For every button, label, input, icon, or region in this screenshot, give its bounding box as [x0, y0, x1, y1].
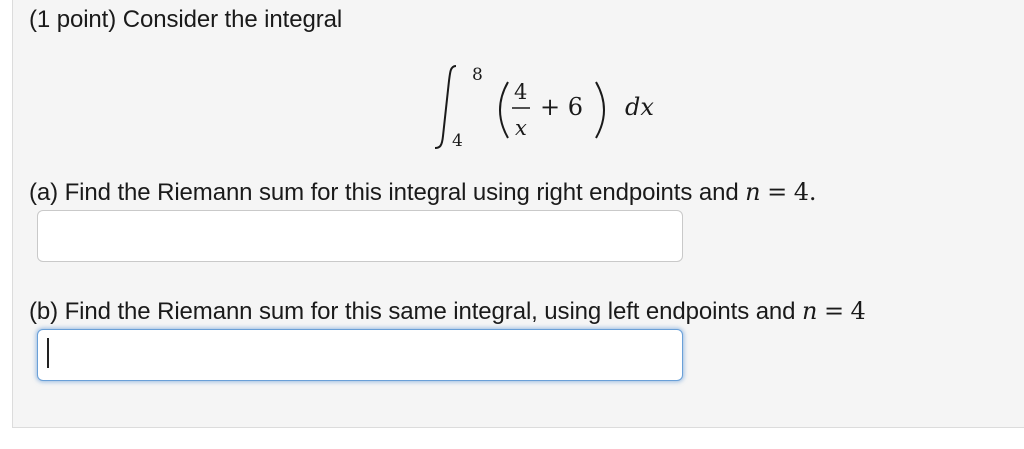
part-b-n-value: 4	[850, 297, 866, 325]
plus-term: + 6	[540, 93, 583, 121]
part-b-equals: =	[823, 297, 844, 325]
lower-limit: 4	[452, 131, 463, 151]
right-paren	[595, 81, 605, 139]
part-b-text: (b) Find the Riemann sum for this same i…	[29, 298, 796, 325]
upper-limit: 8	[472, 65, 483, 85]
part-a-text: (a) Find the Riemann sum for this integr…	[29, 179, 739, 206]
part-a-question: (a) Find the Riemann sum for this integr…	[29, 178, 817, 207]
part-b-question: (b) Find the Riemann sum for this same i…	[29, 297, 866, 326]
answer-a-input[interactable]	[37, 210, 683, 262]
part-a-n-value: 4.	[793, 178, 817, 206]
part-a-n-var: n	[745, 178, 761, 206]
denominator: x	[515, 116, 527, 140]
answer-b-input[interactable]	[37, 329, 683, 381]
part-a-equals: =	[767, 178, 788, 206]
numerator: 4	[514, 80, 527, 104]
left-paren	[499, 81, 509, 139]
part-b-n-var: n	[802, 297, 818, 325]
differential: dx	[625, 93, 654, 121]
integral-expression: 8 4 4 x + 6 dx	[434, 65, 654, 151]
text-caret	[47, 338, 49, 368]
problem-intro: (1 point) Consider the integral	[29, 6, 343, 33]
